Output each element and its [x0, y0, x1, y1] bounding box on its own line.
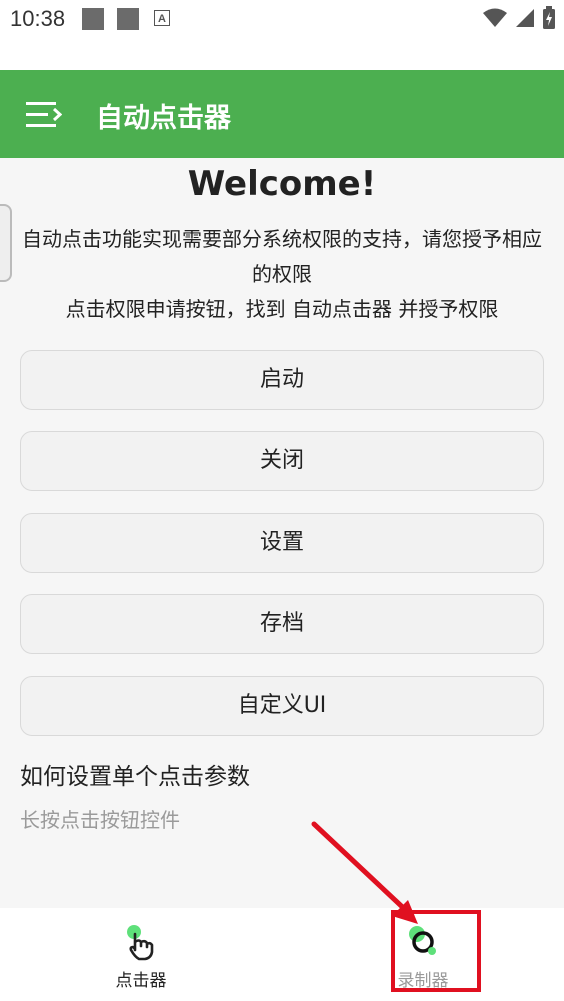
highlight-box [391, 910, 481, 992]
help-title: 如何设置单个点击参数 [20, 764, 250, 790]
custom-ui-button[interactable]: 自定义UI [20, 676, 544, 736]
intro-text: 自动点击功能实现需要部分系统权限的支持，请您授予相应的权限 点击权限申请按钮，找… [14, 222, 550, 327]
status-bar: 10:38 A [0, 0, 564, 70]
nav-label-clicker: 点击器 [115, 971, 167, 991]
notification-square-icon [117, 8, 139, 30]
settings-button[interactable]: 设置 [20, 513, 544, 573]
welcome-title: Welcome! [187, 164, 377, 204]
signal-icon [516, 9, 534, 27]
floating-drag-handle[interactable] [0, 204, 12, 282]
text-a-icon: A [154, 10, 170, 26]
start-button[interactable]: 启动 [20, 350, 544, 410]
intro-line-1: 自动点击功能实现需要部分系统权限的支持，请您授予相应的权限 [22, 227, 542, 286]
help-subtitle: 长按点击按钮控件 [20, 808, 180, 832]
status-time: 10:38 [10, 6, 66, 31]
notification-square-icon [82, 8, 104, 30]
close-button[interactable]: 关闭 [20, 431, 544, 491]
archive-button[interactable]: 存档 [20, 594, 544, 654]
wifi-icon [483, 8, 507, 27]
intro-line-2: 点击权限申请按钮，找到 自动点击器 并授予权限 [65, 297, 499, 321]
tap-hand-icon [127, 925, 154, 961]
nav-item-clicker[interactable]: 点击器 [0, 908, 282, 1001]
app-title: 自动点击器 [96, 103, 231, 134]
app-bar: 自动点击器 [0, 70, 564, 158]
battery-charging-icon [543, 6, 555, 29]
menu-icon[interactable] [26, 100, 62, 130]
